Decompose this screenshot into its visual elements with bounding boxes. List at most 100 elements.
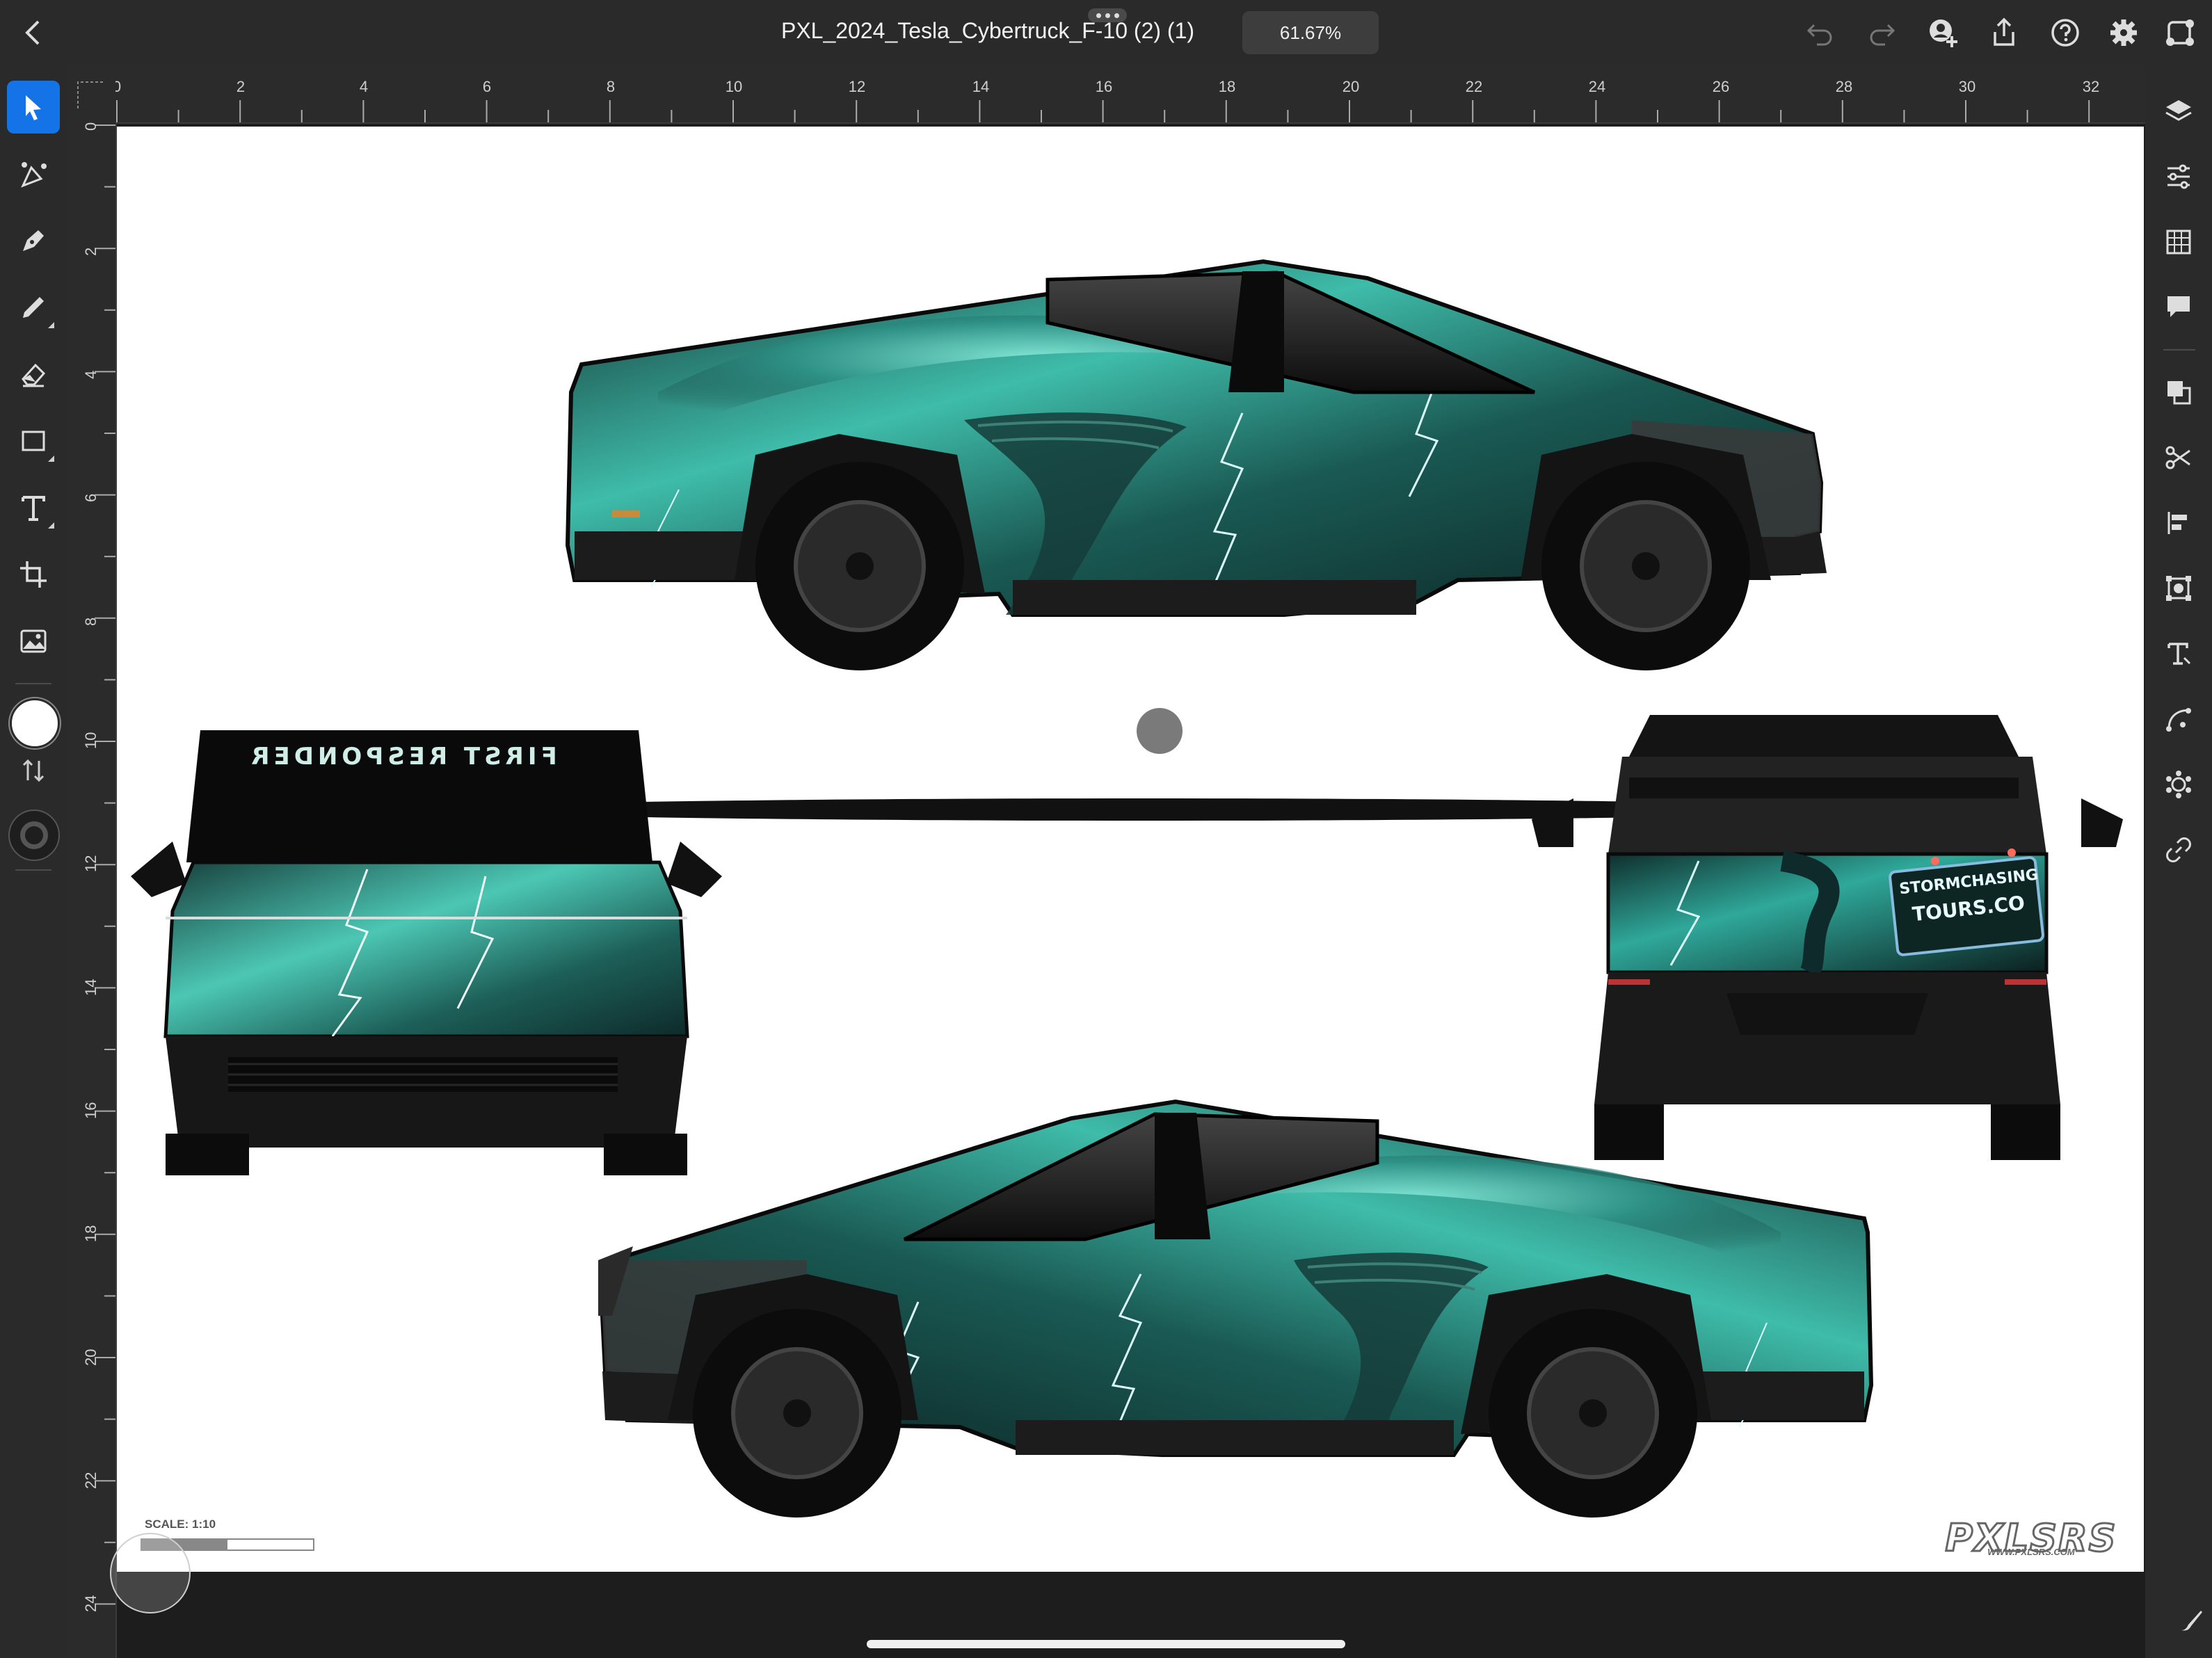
ruler-label: 32 [2082,78,2100,95]
settings-button[interactable] [2106,15,2141,50]
ruler-label: 24 [1588,78,1606,95]
invite-button[interactable] [1925,15,1960,50]
ruler-label: 28 [1835,78,1853,95]
wheel [1541,462,1750,670]
vertical-ruler[interactable]: 0 2 4 6 8 10 12 14 16 18 20 22 24 [67,122,117,1658]
undo-icon [1806,24,1832,46]
undo-button[interactable] [1803,15,1838,50]
scale-label: SCALE: 1:10 [145,1518,216,1531]
ruler-label: 4 [82,370,99,379]
sliders-icon [2167,164,2190,189]
transform-box-icon [2166,576,2191,601]
redo-button[interactable] [1864,15,1899,50]
repeat-grid-button[interactable] [2158,568,2199,609]
left-toolbar [0,65,67,1658]
ruler-label: 14 [82,979,99,996]
comments-button[interactable] [2158,285,2199,327]
redo-icon [1870,24,1896,46]
truck-front-view[interactable]: FIRST RESPONDER [124,730,736,1175]
ruler-label: 20 [82,1349,99,1366]
align-button[interactable] [2158,502,2199,544]
right-toolbar [2145,65,2212,1658]
ruler-label: 16 [82,1102,99,1119]
document-title[interactable]: PXL_2024_Tesla_Cybertruck_F-10 (2) (1) [723,18,1252,44]
scissors-icon [2165,446,2190,469]
touch-modifier-handle[interactable] [110,1533,191,1613]
link-icon [2166,837,2191,862]
swap-colors-button[interactable] [19,757,47,784]
share-button[interactable] [1987,15,2021,50]
ruler-label: 0 [82,122,99,131]
libraries-button[interactable] [2158,221,2199,263]
transform-tool[interactable] [7,548,60,601]
node-pen-icon [21,162,47,188]
rectangle-tool[interactable] [7,414,60,467]
zoom-level[interactable]: 61.67% [1242,11,1379,54]
ruler-label: 26 [1712,78,1730,95]
back-icon [25,20,40,45]
horizontal-ruler[interactable]: 0 2 4 6 8 10 12 14 16 18 20 22 24 26 28 … [67,65,2145,124]
ruler-label: 30 [1958,78,1976,95]
ruler-label: 16 [1095,78,1113,95]
scissors-button[interactable] [2158,437,2199,478]
properties-button[interactable] [2158,156,2199,198]
brush-icon[interactable] [2177,1607,2205,1634]
type-icon [2167,643,2191,665]
image-tool[interactable] [7,615,60,668]
fill-color-well[interactable] [10,698,60,748]
grid-book-icon [2166,230,2191,255]
eraser-icon [22,363,46,387]
wheel [1489,1309,1697,1518]
stroke-color-well[interactable] [8,810,60,861]
layers-icon [2165,100,2192,121]
back-button[interactable] [19,15,47,50]
rectangle-icon [22,430,45,451]
ruler-label: 22 [1465,78,1483,95]
effects-icon [2166,771,2191,798]
pathfinder-button[interactable] [2158,371,2199,413]
path-button[interactable] [2158,698,2199,740]
help-button[interactable] [2048,15,2083,50]
ruler-label: 2 [82,247,99,256]
wheel [693,1309,901,1518]
top-toolbar: PXL_2024_Tesla_Cybertruck_F-10 (2) (1) 6… [0,0,2212,65]
ruler-label: 12 [848,78,866,95]
ruler-label: 22 [82,1472,99,1489]
share-icon [1994,17,2014,46]
ruler-label: 14 [972,78,990,95]
ruler-label: 10 [725,78,743,95]
type-panel-button[interactable] [2158,633,2199,675]
effects-button[interactable] [2158,764,2199,805]
type-tool[interactable] [7,481,60,534]
image-icon [20,629,47,653]
eraser-tool[interactable] [7,348,60,401]
settings-icon [2110,19,2137,46]
pathfinder-icon [2167,381,2191,405]
home-indicator[interactable] [867,1640,1345,1648]
direct-selection-tool[interactable] [7,147,60,200]
pencil-tool[interactable] [7,281,60,334]
pen-icon [23,230,44,251]
ruler-label: 18 [82,1225,99,1242]
ruler-label: 6 [482,78,492,95]
ruler-label: 10 [82,732,99,749]
pen-tool[interactable] [7,214,60,267]
wheel [755,462,964,670]
ruler-label: 20 [1342,78,1360,95]
ruler-label: 2 [236,78,246,95]
ruler-origin[interactable] [67,65,115,122]
swap-icon [22,759,45,782]
path-icon [2166,708,2191,732]
ruler-label: 4 [359,78,369,95]
plugins-button[interactable] [2163,15,2198,50]
truck-rear-view[interactable]: STORMCHASING TOURS.CO [1532,715,2123,1160]
windshield-banner-text: FIRST RESPONDER [247,743,557,771]
artboard[interactable]: FIRST RESPONDER STORMCHASING TOURS.CO [117,127,2144,1572]
comment-icon [2167,296,2190,317]
page-indicator-dot[interactable] [1137,708,1183,754]
layers-button[interactable] [2158,90,2199,132]
text-icon [22,496,45,521]
plugins-icon [2166,19,2194,46]
selection-tool[interactable] [7,81,60,134]
link-button[interactable] [2158,829,2199,871]
